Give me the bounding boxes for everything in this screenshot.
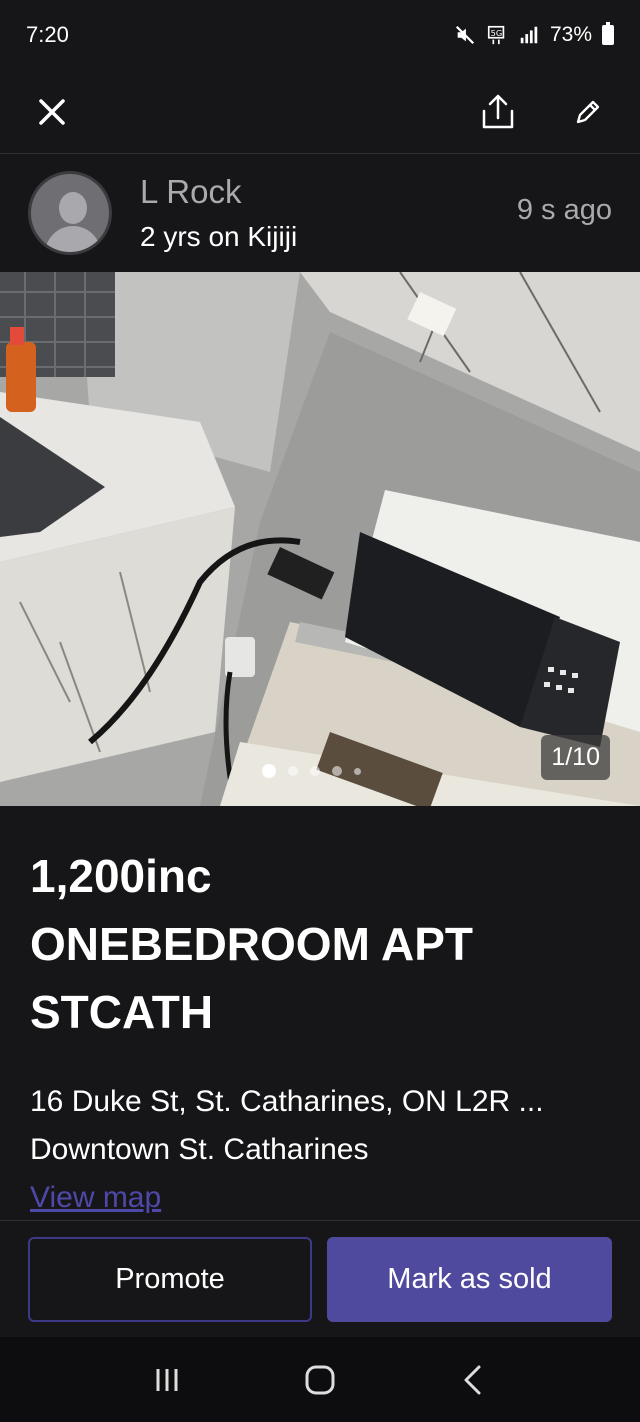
view-map-link[interactable]: View map: [30, 1174, 161, 1222]
home-button[interactable]: [290, 1350, 350, 1410]
posted-time: 9 s ago: [516, 193, 612, 226]
top-bar-actions: [476, 90, 610, 134]
listing-address: 16 Duke St, St. Catharines, ON L2R ...: [30, 1085, 544, 1118]
back-icon: [464, 1365, 481, 1394]
status-bar: 7:20 5G 73%: [0, 0, 640, 70]
home-icon: [305, 1365, 335, 1394]
system-nav-bar: [0, 1337, 640, 1422]
listing-price: 1,200inc: [30, 850, 212, 902]
share-button[interactable]: [476, 90, 520, 134]
listing-photo-image: [0, 272, 640, 806]
gallery-dot[interactable]: [354, 767, 361, 775]
battery-icon: [602, 22, 614, 45]
close-icon: [39, 98, 65, 125]
gallery-dots[interactable]: [262, 764, 361, 778]
photo-counter: 1/10: [541, 735, 610, 780]
gallery-dot[interactable]: [288, 766, 298, 776]
status-time: 7:20: [26, 22, 69, 47]
battery-percent: 73%: [549, 23, 592, 46]
action-bar: Promote Mark as sold: [28, 1237, 612, 1322]
gallery-dot[interactable]: [310, 766, 320, 776]
top-bar: [0, 70, 640, 154]
recents-button[interactable]: [137, 1350, 197, 1410]
avatar[interactable]: [28, 171, 112, 255]
divider: [0, 1220, 640, 1221]
listing-title: ONEBEDROOM APT STCATH: [30, 918, 473, 1038]
back-button[interactable]: [443, 1350, 503, 1410]
gallery-dot[interactable]: [332, 766, 342, 776]
edit-icon: [576, 100, 600, 123]
5g-icon: 5G: [487, 25, 505, 45]
share-icon: [482, 94, 514, 128]
seller-info: L Rock 2 yrs on Kijiji: [140, 173, 297, 253]
status-icons: 5G 73%: [454, 22, 614, 47]
listing-details: 1,200inc ONEBEDROOM APT STCATH 16 Duke S…: [30, 842, 620, 1222]
recents-icon: [156, 1368, 178, 1391]
gallery-dot[interactable]: [262, 764, 276, 778]
seller-name[interactable]: L Rock: [140, 173, 297, 211]
mark-as-sold-button[interactable]: Mark as sold: [327, 1237, 612, 1322]
listing-area: Downtown St. Catharines: [30, 1133, 369, 1166]
edit-button[interactable]: [566, 90, 610, 134]
listing-photo[interactable]: 1/10: [0, 272, 640, 806]
close-button[interactable]: [30, 90, 74, 134]
signal-icon: [520, 26, 538, 44]
promote-button[interactable]: Promote: [28, 1237, 312, 1322]
svg-text:5G: 5G: [491, 28, 503, 38]
mute-icon: [455, 25, 475, 45]
seller-header[interactable]: L Rock 2 yrs on Kijiji 9 s ago: [0, 154, 640, 272]
seller-tenure: 2 yrs on Kijiji: [140, 221, 298, 252]
